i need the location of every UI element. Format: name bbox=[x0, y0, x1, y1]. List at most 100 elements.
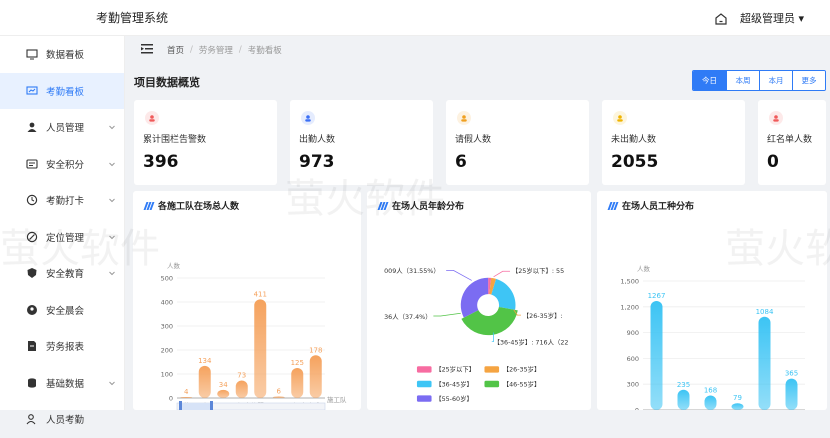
callout-label: 【36-45岁】: 716人（22 bbox=[494, 337, 569, 346]
breadcrumb-separator: / bbox=[238, 45, 242, 55]
user-menu[interactable]: 超级管理员 ▾ bbox=[740, 10, 804, 26]
y-tick-label: 300 bbox=[161, 323, 173, 331]
pie-slice[interactable] bbox=[491, 278, 516, 310]
range-tab[interactable]: 本周 bbox=[726, 71, 759, 90]
stat-value: 396 bbox=[143, 152, 179, 172]
chevron-down-icon bbox=[108, 233, 116, 241]
user-icon bbox=[26, 121, 38, 133]
sidebar-item[interactable]: 基础数据 bbox=[0, 365, 124, 402]
sidebar-item[interactable]: 考勤看板 bbox=[0, 72, 124, 109]
legend-swatch[interactable] bbox=[416, 395, 432, 402]
bar-value-label: 365 bbox=[785, 370, 798, 378]
breadcrumb: 首页 / 劳务管理 / 考勤看板 bbox=[125, 36, 830, 64]
y-tick-label: 0 bbox=[169, 395, 173, 403]
y-tick-label: 1,200 bbox=[620, 303, 639, 311]
legend-label: 【55-60岁】 bbox=[435, 394, 473, 403]
bar[interactable] bbox=[704, 395, 717, 410]
bar[interactable] bbox=[254, 299, 267, 398]
legend-swatch[interactable] bbox=[484, 380, 500, 388]
y-axis-label: 人数 bbox=[637, 264, 651, 273]
legend-swatch[interactable] bbox=[416, 380, 432, 388]
breadcrumb-separator: / bbox=[190, 45, 193, 55]
legend-label: 【36-45岁】 bbox=[435, 379, 473, 388]
bar[interactable] bbox=[217, 389, 230, 398]
chevron-down-icon bbox=[108, 269, 116, 277]
range-tab[interactable]: 今日 bbox=[693, 71, 726, 90]
bar[interactable] bbox=[731, 403, 744, 410]
bar[interactable] bbox=[198, 365, 211, 398]
report-icon bbox=[26, 340, 38, 352]
legend-label: 【26-35岁】 bbox=[503, 365, 541, 374]
stat-label: 红名单人数 bbox=[767, 135, 813, 145]
sidebar-item[interactable]: 劳务报表 bbox=[0, 328, 124, 365]
sidebar-item[interactable]: 定位管理 bbox=[0, 219, 124, 256]
legend-swatch[interactable] bbox=[416, 366, 432, 373]
stat-card: 请假人数 6 bbox=[446, 100, 589, 185]
bar[interactable] bbox=[650, 301, 663, 410]
chevron-down-icon bbox=[108, 160, 116, 168]
stat-label: 出勤人数 bbox=[299, 135, 336, 145]
callout-label: 【25岁以下】: 55 bbox=[512, 266, 564, 275]
sidebar-item[interactable]: 人员管理 bbox=[0, 109, 124, 146]
sidebar-item[interactable]: 安全晨会 bbox=[0, 292, 124, 329]
bar[interactable] bbox=[758, 316, 771, 410]
bar-value-label: 411 bbox=[254, 290, 267, 298]
bar[interactable] bbox=[291, 368, 304, 398]
breadcrumb-home[interactable]: 首页 bbox=[167, 44, 184, 56]
sidebar-item[interactable]: 人员考勤 bbox=[0, 401, 124, 438]
top-bar: 考勤管理系统 超级管理员 ▾ bbox=[0, 0, 830, 36]
bar-value-label: 79 bbox=[733, 394, 742, 402]
chart-monitor-icon bbox=[26, 85, 38, 97]
caret-down-icon: ▾ bbox=[798, 12, 804, 25]
home-icon[interactable] bbox=[714, 11, 728, 25]
main-content: 首页 / 劳务管理 / 考勤看板 项目数据概览 今日 本周 本月 更多 累计围栏告警数… bbox=[0, 36, 830, 410]
bar[interactable] bbox=[785, 378, 798, 410]
pie-slice[interactable] bbox=[460, 277, 489, 318]
sidebar-item-label: 人员管理 bbox=[46, 123, 85, 135]
bar-value-label: 1084 bbox=[756, 308, 774, 316]
sidebar-item[interactable]: 安全积分 bbox=[0, 146, 124, 183]
bar-value-label: 125 bbox=[291, 359, 304, 367]
range-tab[interactable]: 更多 bbox=[792, 71, 825, 90]
age-panel: 在场人员年龄分布 【25岁以下】: 55 【26-35岁】: 【36-45岁】: 7… bbox=[367, 191, 591, 410]
menu-toggle-icon[interactable] bbox=[141, 43, 153, 57]
leave-icon bbox=[457, 111, 471, 125]
zoom-slider-handle[interactable] bbox=[210, 401, 213, 410]
bar[interactable] bbox=[180, 397, 193, 398]
y-tick-label: 0 bbox=[635, 407, 639, 411]
sidebar-item-label: 数据看板 bbox=[46, 50, 85, 62]
alarm-icon bbox=[145, 111, 159, 125]
clock-icon bbox=[26, 194, 38, 206]
trade-panel: 在场人员工种分布 人数03006009001,2001,500126723516… bbox=[597, 191, 827, 410]
y-tick-label: 500 bbox=[161, 275, 173, 283]
sidebar-item[interactable]: 考勤打卡 bbox=[0, 182, 124, 219]
bar[interactable] bbox=[235, 380, 248, 398]
stat-card: 红名单人数 0 bbox=[758, 100, 826, 185]
legend-swatch[interactable] bbox=[484, 366, 500, 373]
user-name: 超级管理员 bbox=[739, 12, 795, 25]
sidebar-item-label: 考勤打卡 bbox=[46, 196, 85, 208]
stat-card: 出勤人数 973 bbox=[290, 100, 433, 185]
bar-value-label: 235 bbox=[677, 381, 690, 389]
sidebar-item-label: 人员考勤 bbox=[46, 415, 85, 427]
sidebar-item[interactable]: 数据看板 bbox=[0, 36, 124, 73]
zoom-slider-handle[interactable] bbox=[179, 401, 182, 410]
stat-value: 0 bbox=[767, 152, 779, 172]
sidebar-item[interactable]: 安全教育 bbox=[0, 255, 124, 292]
y-tick-label: 1,500 bbox=[620, 278, 639, 286]
bar-value-label: 4 bbox=[184, 388, 189, 396]
stat-value: 973 bbox=[299, 152, 335, 172]
bar[interactable] bbox=[309, 355, 322, 398]
y-tick-label: 400 bbox=[161, 299, 173, 307]
sidebar-item-label: 定位管理 bbox=[46, 232, 85, 244]
range-tabs: 今日 本周 本月 更多 bbox=[692, 70, 826, 91]
bar[interactable] bbox=[677, 389, 690, 410]
callout-label: 36人（37.4%） bbox=[384, 313, 432, 321]
breadcrumb-labor[interactable]: 劳务管理 bbox=[199, 44, 233, 56]
bar[interactable] bbox=[272, 396, 285, 398]
zoom-slider-window[interactable] bbox=[181, 403, 211, 410]
y-tick-label: 600 bbox=[627, 355, 639, 363]
range-tab[interactable]: 本月 bbox=[759, 71, 792, 90]
y-tick-label: 100 bbox=[161, 371, 173, 379]
team-panel: 各施工队在场总人数 人数 0 100 200 300 400 500 4 134 34 73 411 6… bbox=[133, 191, 361, 410]
